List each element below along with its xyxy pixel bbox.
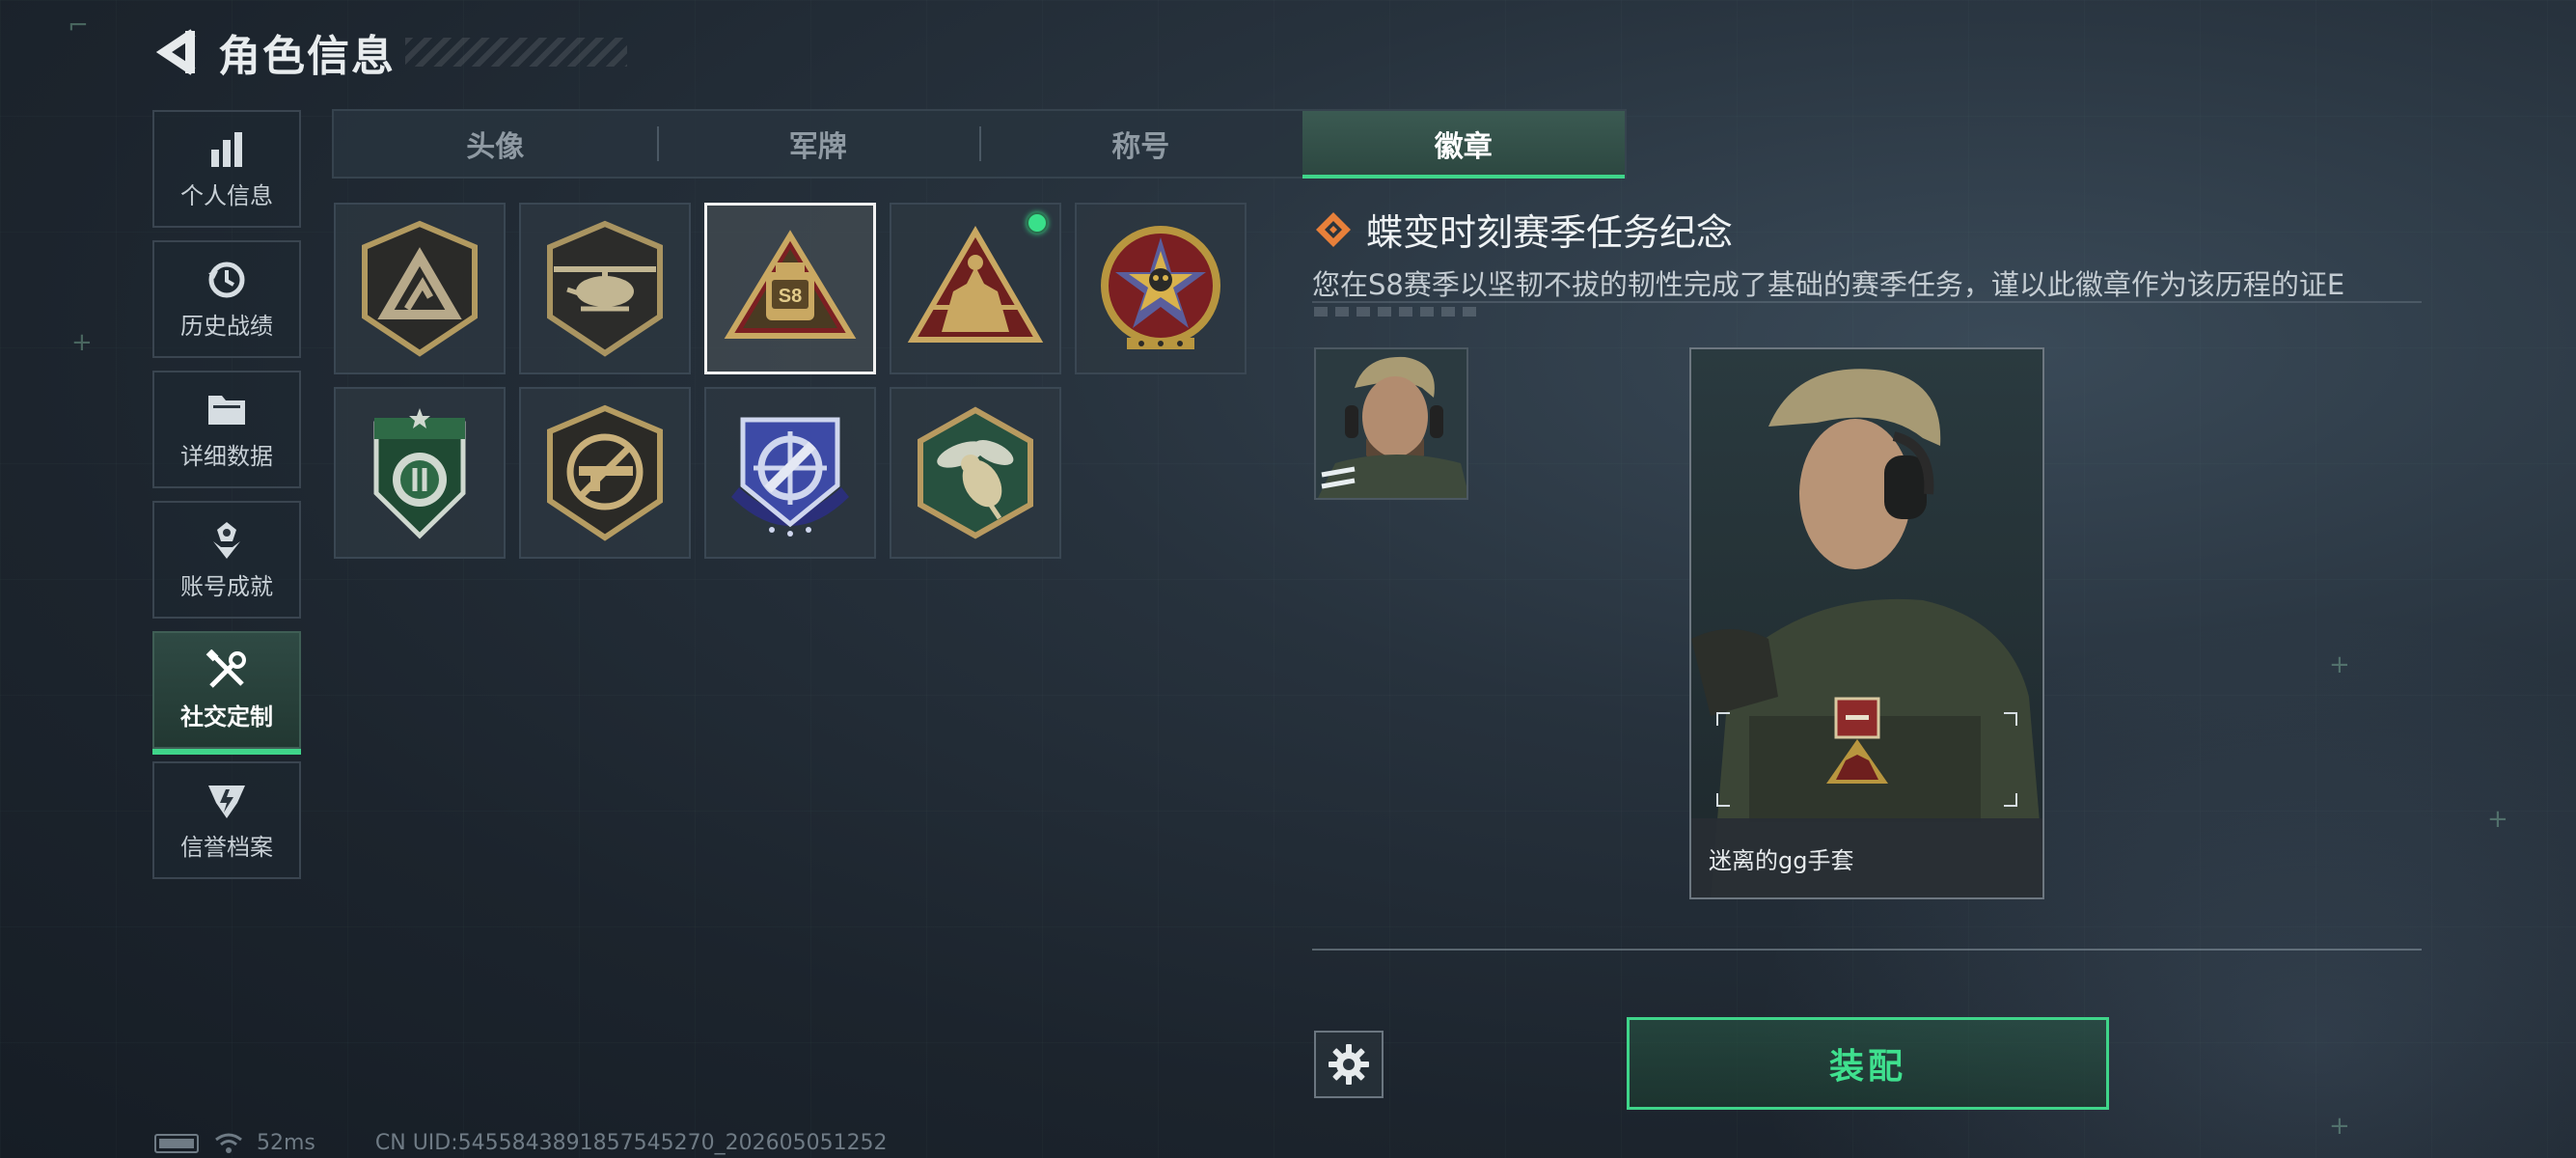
badge-cell[interactable]: [519, 387, 691, 559]
badge-cell[interactable]: [334, 203, 506, 374]
page-title: 角色信息: [218, 32, 396, 81]
corner-decoration: ⌐: [68, 12, 89, 41]
equip-button[interactable]: 装配: [1627, 1017, 2109, 1110]
frame-corner: [1716, 712, 1730, 726]
nav-label: 社交定制: [180, 703, 273, 731]
folder-icon: [206, 389, 247, 431]
side-navigation: 个人信息 历史战绩 详细数据 账号成就 社交定制 信誉档案: [152, 110, 301, 892]
nav-label: 个人信息: [180, 181, 273, 209]
frame-corner: [2004, 712, 2017, 726]
character-preview-image: [1691, 349, 2042, 897]
badge-cell[interactable]: [334, 387, 506, 559]
nav-item-personal-info[interactable]: 个人信息: [152, 110, 301, 228]
nav-item-achievements[interactable]: 账号成就: [152, 501, 301, 619]
triangle-emblem-badge-icon: [362, 220, 478, 357]
plus-decoration: +: [2329, 650, 2350, 679]
badge-cell[interactable]: [519, 203, 691, 374]
title-stripe-decoration: [405, 38, 627, 67]
back-arrow-icon: [156, 29, 196, 75]
settings-button[interactable]: [1314, 1031, 1384, 1098]
badge-preview-card: 迷离的gg手套: [1689, 347, 2044, 899]
sniper-target-badge-icon: [731, 417, 849, 537]
nav-item-social-customize[interactable]: 社交定制: [152, 631, 301, 755]
hornet-hexagon-badge-icon: [918, 406, 1033, 539]
squad-triangle-badge-icon: [907, 226, 1044, 343]
badge-detail-header: 蝶变时刻赛季任务纪念: [1314, 203, 1733, 256]
plus-decoration: +: [71, 328, 93, 357]
nav-item-credit-record[interactable]: 信誉档案: [152, 761, 301, 879]
nav-label: 详细数据: [180, 442, 273, 470]
history-icon: [206, 259, 247, 301]
skull-star-badge-icon: [1101, 226, 1220, 349]
wifi-icon: [215, 1133, 242, 1153]
badge-description: 您在S8赛季以坚韧不拔的韧性完成了基础的赛季任务，谨以此徽章作为该历程的证E: [1312, 268, 2345, 301]
frame-corner: [1716, 793, 1730, 807]
badge-cell[interactable]: [704, 387, 876, 559]
badge-cell[interactable]: [890, 387, 1061, 559]
plus-decoration: +: [2487, 805, 2508, 834]
bar-chart-icon: [207, 128, 246, 171]
badge-cell-selected[interactable]: S8: [704, 203, 876, 374]
no-rifle-badge-icon: [547, 404, 663, 541]
nav-item-history[interactable]: 历史战绩: [152, 240, 301, 358]
preview-caption: 迷离的gg手套: [1691, 818, 2042, 897]
wrench-screwdriver-icon: [206, 648, 248, 692]
plus-decoration: +: [2329, 1112, 2350, 1141]
character-avatar-thumbnail[interactable]: [1314, 347, 1468, 500]
tab-badge[interactable]: 徽章: [1302, 111, 1625, 179]
badge-cell-equipped[interactable]: [890, 203, 1061, 374]
badge-title: 蝶变时刻赛季任务纪念: [1366, 211, 1734, 254]
gear-icon: [1329, 1044, 1369, 1085]
customize-tabs: 头像 军牌 称号 徽章: [332, 109, 1627, 179]
badge-cell[interactable]: [1075, 203, 1247, 374]
s8-text: S8: [779, 286, 802, 307]
description-scroll-indicator: [1314, 307, 1478, 317]
user-uid: CN UID:5455843891857545270_202605051252: [374, 1131, 888, 1155]
status-bar: 52ms CN UID:5455843891857545270_20260505…: [154, 1131, 888, 1155]
tab-title[interactable]: 称号: [979, 111, 1302, 177]
tab-dog-tag[interactable]: 军牌: [656, 111, 980, 177]
diamond-icon: [1316, 211, 1351, 247]
nav-label: 信誉档案: [180, 833, 273, 861]
nav-label: 账号成就: [180, 572, 273, 600]
frame-corner: [2004, 793, 2017, 807]
s8-season-badge-icon: S8: [724, 230, 857, 339]
battery-icon: [154, 1133, 199, 1153]
header: 角色信息: [154, 23, 627, 81]
nav-item-detailed-data[interactable]: 详细数据: [152, 371, 301, 488]
achievement-icon: [207, 519, 246, 562]
helicopter-badge-icon: [547, 220, 663, 357]
badge-grid: S8: [334, 203, 1250, 559]
divider: [1312, 949, 2422, 951]
divider: [1312, 301, 2422, 303]
tab-avatar[interactable]: 头像: [334, 111, 657, 177]
green-shield-badge-icon: [373, 408, 466, 539]
equipped-indicator: [1027, 212, 1048, 234]
character-portrait-icon: [1316, 349, 1466, 498]
credit-icon: [206, 780, 247, 822]
nav-label: 历史战绩: [180, 312, 273, 340]
back-button[interactable]: [154, 25, 201, 79]
ping-value: 52ms: [257, 1131, 315, 1155]
